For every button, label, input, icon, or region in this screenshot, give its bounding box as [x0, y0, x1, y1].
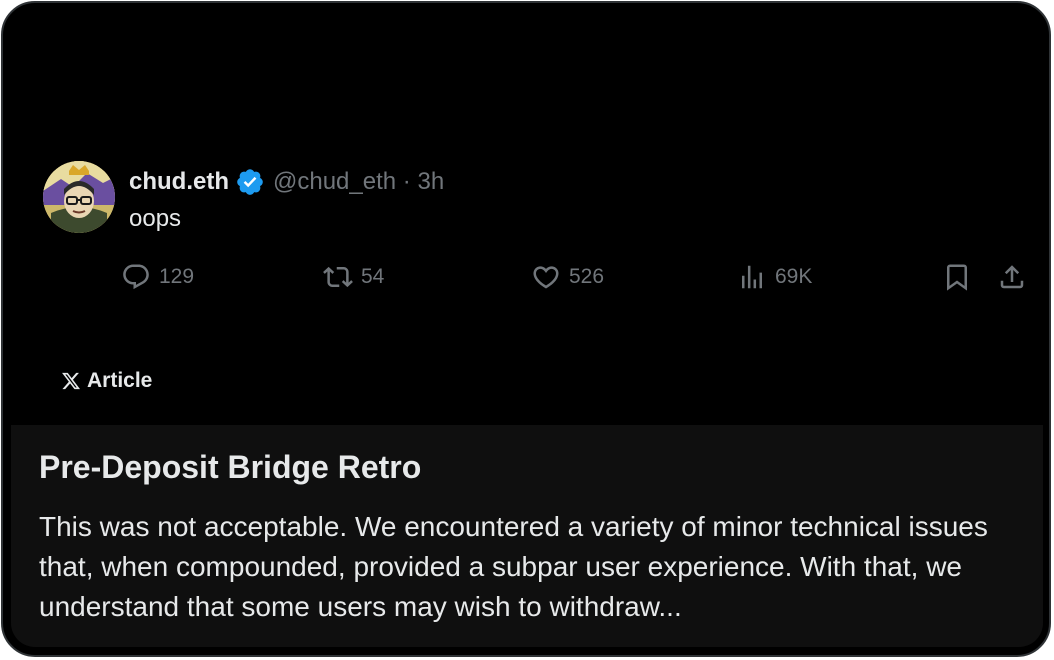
- reply-count: 129: [159, 265, 195, 288]
- like-count: 526: [569, 265, 605, 288]
- bookmark-icon: [947, 264, 967, 291]
- avatar[interactable]: [43, 161, 115, 233]
- reply-button[interactable]: 129: [121, 259, 194, 295]
- views-count: 69K: [775, 265, 813, 288]
- avatar-illustration: [43, 161, 115, 233]
- repost-button[interactable]: 54: [323, 259, 384, 295]
- author-handle[interactable]: @chud_eth: [273, 168, 396, 196]
- bookmark-button[interactable]: [939, 259, 975, 295]
- reply-icon: [123, 264, 149, 290]
- post-header: chud.eth @chud_eth · 3h: [129, 165, 444, 199]
- share-icon: [1000, 265, 1024, 289]
- x-logo-icon: [62, 372, 81, 390]
- meta-separator: ·: [402, 168, 411, 195]
- share-button[interactable]: [994, 259, 1030, 295]
- display-name[interactable]: chud.eth: [129, 168, 229, 196]
- post-timestamp[interactable]: 3h: [417, 168, 444, 196]
- analytics-icon: [742, 265, 762, 289]
- repost-icon: [323, 266, 353, 288]
- article-excerpt: This was not acceptable. We encountered …: [39, 511, 988, 622]
- article-title: Pre-Deposit Bridge Retro: [39, 449, 422, 485]
- article-label-text: Article: [87, 369, 153, 392]
- article-label: Article: [61, 369, 152, 393]
- post-container: chud.eth @chud_eth · 3h oops 129 54 526 …: [11, 7, 1043, 647]
- repost-count: 54: [361, 265, 385, 288]
- article-preview[interactable]: Pre-Deposit Bridge Retro This was not ac…: [11, 425, 1043, 647]
- heart-icon: [533, 266, 559, 289]
- post-card: chud.eth @chud_eth · 3h oops 129 54 526 …: [1, 1, 1051, 657]
- like-button[interactable]: 526: [531, 259, 604, 295]
- verified-badge-icon: [235, 167, 265, 197]
- post-text: oops: [129, 205, 182, 232]
- views-button[interactable]: 69K: [737, 259, 812, 295]
